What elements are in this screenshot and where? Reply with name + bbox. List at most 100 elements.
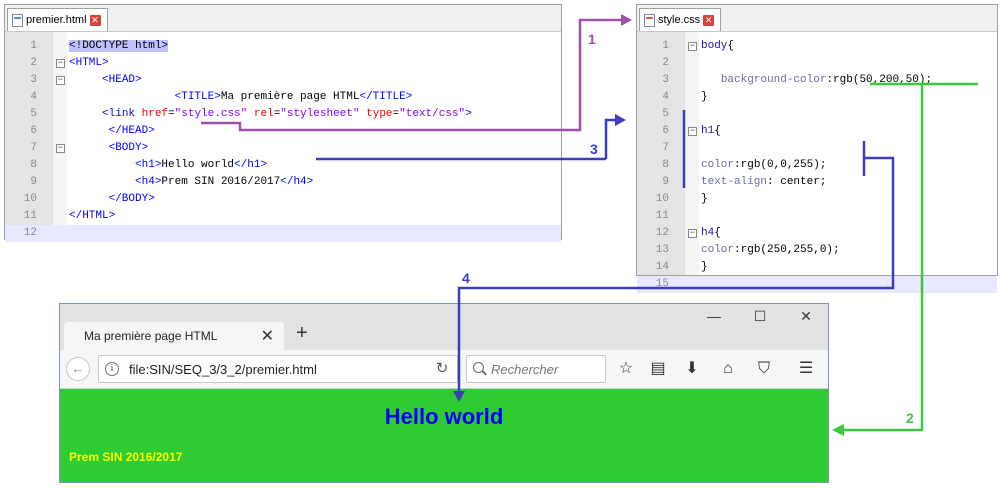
- line-number: 9: [30, 176, 37, 188]
- browser-tabstrip: Ma première page HTML ✕ + — ☐ ✕: [60, 304, 828, 350]
- code-line[interactable]: 9 text-align: center;: [637, 174, 997, 191]
- code-line[interactable]: 5: [637, 106, 997, 123]
- fold-toggle-icon[interactable]: −: [688, 229, 697, 238]
- arrow-4-label: 4: [462, 270, 470, 286]
- tab-label: premier.html: [26, 14, 87, 26]
- line-number: 5: [662, 108, 669, 120]
- tab-style-css[interactable]: style.css ✕: [639, 8, 722, 31]
- code-line[interactable]: 12: [5, 225, 561, 242]
- line-number: 11: [23, 210, 37, 222]
- code-text: h1{: [701, 125, 721, 137]
- line-number: 1: [662, 40, 669, 52]
- line-number: 3: [30, 74, 37, 86]
- info-icon[interactable]: i: [105, 362, 119, 376]
- close-icon[interactable]: ✕: [89, 14, 101, 26]
- code-line[interactable]: 15: [637, 276, 997, 293]
- line-number: 12: [655, 227, 669, 239]
- search-input[interactable]: Rechercher: [466, 355, 606, 383]
- code-text: <BODY>: [108, 142, 149, 154]
- menu-hamburger-icon[interactable]: ☰: [794, 357, 818, 381]
- code-line[interactable]: 11 </HTML>: [5, 208, 561, 225]
- code-line[interactable]: 6 </HEAD>: [5, 123, 561, 140]
- window-close-icon[interactable]: ✕: [796, 308, 816, 325]
- code-text: <HEAD>: [102, 74, 142, 86]
- html-code-area[interactable]: 1 <!DOCTYPE html> 2− <HTML> 3− <HEAD> 4 <TITL…: [5, 32, 561, 242]
- code-line[interactable]: 8 color:rgb(0,0,255);: [637, 157, 997, 174]
- code-text: </BODY>: [108, 193, 155, 205]
- code-line[interactable]: 12 − h4{: [637, 225, 997, 242]
- browser-window: Ma première page HTML ✕ + — ☐ ✕ ← i file…: [59, 303, 829, 483]
- code-line[interactable]: 9 <h4>Prem SIN 2016/2017</h4>: [5, 174, 561, 191]
- line-number: 8: [30, 159, 37, 171]
- code-text: color:rgb(250,255,0);: [701, 244, 840, 256]
- tab-premier-html[interactable]: premier.html ✕: [7, 8, 108, 31]
- css-editor-window: style.css ✕ 1− body{2 3 background-color:r…: [636, 4, 998, 293]
- browser-tab[interactable]: Ma première page HTML ✕: [64, 322, 284, 350]
- line-number: 10: [655, 193, 669, 205]
- pocket-icon[interactable]: ⛉: [752, 357, 776, 381]
- search-icon: [473, 362, 484, 373]
- css-editor-tabbar: style.css ✕: [637, 5, 997, 32]
- line-number: 2: [30, 57, 37, 69]
- reload-icon[interactable]: ↻: [428, 355, 456, 383]
- bookmark-star-icon[interactable]: ☆: [614, 357, 638, 381]
- code-line[interactable]: 11: [637, 208, 997, 225]
- code-text: background-color:rgb(50,200,50);: [720, 74, 933, 86]
- code-text: <HTML>: [69, 57, 109, 69]
- code-line[interactable]: 3 background-color:rgb(50,200,50);: [637, 72, 997, 89]
- code-text: }: [701, 193, 708, 205]
- line-number: 3: [662, 74, 669, 86]
- fold-toggle-icon[interactable]: −: [688, 127, 697, 136]
- back-arrow-icon[interactable]: ←: [66, 357, 90, 381]
- code-text: text-align: center;: [701, 176, 827, 188]
- maximize-icon[interactable]: ☐: [750, 308, 770, 325]
- code-line[interactable]: 3 − <HEAD>: [5, 72, 561, 89]
- fold-toggle-icon[interactable]: −: [56, 144, 65, 153]
- close-icon[interactable]: ✕: [261, 326, 274, 346]
- home-icon[interactable]: ⌂: [716, 357, 740, 381]
- code-text: </HTML>: [69, 210, 116, 222]
- code-line[interactable]: 10 </BODY>: [5, 191, 561, 208]
- minimize-icon[interactable]: —: [704, 308, 724, 324]
- arrow-3-label: 3: [590, 141, 598, 157]
- fold-toggle-icon[interactable]: −: [56, 59, 65, 68]
- code-line[interactable]: 7 − <BODY>: [5, 140, 561, 157]
- code-text: <TITLE>Ma première page HTML</TITLE>: [174, 91, 413, 103]
- code-line[interactable]: 1 − body{: [637, 38, 997, 55]
- code-text: <!DOCTYPE html>: [69, 40, 169, 52]
- css-code-area[interactable]: 1− body{2 3 background-color:rgb(50,200,50…: [637, 32, 997, 293]
- line-number: 6: [30, 125, 37, 137]
- downloads-icon[interactable]: ⬇: [680, 357, 704, 381]
- arrow-1-label: 1: [588, 31, 596, 47]
- code-text: }: [701, 91, 708, 103]
- page-heading-h4: Prem SIN 2016/2017: [69, 450, 183, 464]
- new-tab-button[interactable]: +: [296, 322, 308, 345]
- line-number: 1: [30, 40, 37, 52]
- code-line[interactable]: 2 − <HTML>: [5, 55, 561, 72]
- code-line[interactable]: 14}: [637, 259, 997, 276]
- line-number: 5: [30, 108, 37, 120]
- code-line[interactable]: 6 − h1{: [637, 123, 997, 140]
- code-line[interactable]: 4}: [637, 89, 997, 106]
- code-line[interactable]: 7: [637, 140, 997, 157]
- code-line[interactable]: 10}: [637, 191, 997, 208]
- line-number: 6: [662, 125, 669, 137]
- code-text: </HEAD>: [108, 125, 155, 137]
- reading-list-icon[interactable]: ▤: [646, 357, 670, 381]
- line-number: 12: [23, 227, 37, 239]
- close-icon[interactable]: ✕: [703, 14, 715, 26]
- url-bar[interactable]: i file:SIN/SEQ_3/3_2/premier.html: [98, 355, 458, 383]
- code-line[interactable]: 5 <link href="style.css" rel="stylesheet…: [5, 106, 561, 123]
- code-line[interactable]: 1 <!DOCTYPE html>: [5, 38, 561, 55]
- line-number: 13: [655, 244, 669, 256]
- code-line[interactable]: 13 color:rgb(250,255,0);: [637, 242, 997, 259]
- fold-toggle-icon[interactable]: −: [688, 42, 697, 51]
- fold-toggle-icon[interactable]: −: [56, 76, 65, 85]
- code-text: <h4>Prem SIN 2016/2017</h4>: [135, 176, 314, 188]
- code-line[interactable]: 4 <TITLE>Ma première page HTML</TITLE>: [5, 89, 561, 106]
- code-line[interactable]: 2: [637, 55, 997, 72]
- code-line[interactable]: 8 <h1>Hello world</h1>: [5, 157, 561, 174]
- line-number: 10: [23, 193, 37, 205]
- page-heading-h1: Hello world: [384, 404, 504, 429]
- url-text: file:SIN/SEQ_3/3_2/premier.html: [129, 362, 317, 377]
